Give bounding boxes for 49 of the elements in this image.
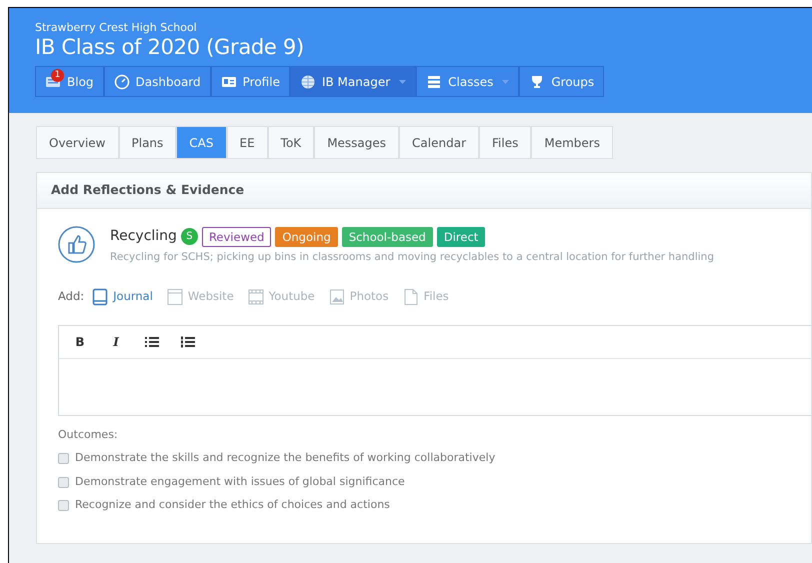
bold-button[interactable]: B	[62, 326, 98, 358]
school-name: Strawberry Crest High School	[35, 21, 198, 34]
nav-item[interactable]: Dashboard	[104, 66, 211, 97]
tab[interactable]: Calendar	[399, 126, 480, 159]
thumbs-up-icon	[58, 226, 95, 263]
nav-item[interactable]: IB Manager	[290, 66, 416, 97]
tab[interactable]: Messages	[314, 126, 400, 159]
film-icon	[248, 288, 264, 306]
numbered-list-icon	[181, 336, 195, 348]
book-icon	[92, 288, 108, 306]
notification-badge: 1	[51, 69, 64, 82]
tab[interactable]: Members	[531, 126, 613, 159]
window-icon	[166, 288, 183, 306]
tab[interactable]: Plans	[118, 126, 176, 159]
nav-item[interactable]: Groups	[519, 66, 604, 97]
status-tag: School-based	[342, 226, 433, 246]
text-editor[interactable]: B I	[58, 324, 812, 416]
status-tag: Ongoing	[275, 226, 338, 246]
stack-icon	[426, 74, 442, 90]
nav-item[interactable]: Classes	[416, 66, 520, 97]
tab[interactable]: ToK	[268, 126, 314, 159]
outcomes-label: Outcomes:	[58, 426, 119, 443]
bullet-list-icon	[145, 336, 159, 348]
tab[interactable]: EE	[226, 126, 268, 159]
add-label: Add:	[58, 288, 84, 306]
globe-icon	[300, 74, 316, 90]
supervisor-avatar: S	[180, 228, 198, 245]
outcome-label: Demonstrate engagement with issues of global significance	[75, 474, 405, 490]
status-tag: Reviewed	[202, 226, 272, 246]
nav-item[interactable]: Profile	[210, 66, 290, 97]
checkbox[interactable]	[58, 453, 69, 464]
tab[interactable]: Files	[479, 126, 532, 159]
tab[interactable]: Overview	[36, 126, 118, 159]
outcome-label: Recognize and consider the ethics of choices and actions	[75, 497, 390, 514]
gauge-icon	[114, 74, 130, 90]
card-title: Add Reflections & Evidence	[51, 181, 244, 200]
image-icon	[328, 288, 345, 306]
activity-description: Recycling for SCHS; picking up bins in classrooms and moving recyclables to a central location for further handling	[110, 250, 714, 265]
add-evidence-link[interactable]: Journal	[92, 288, 153, 306]
class-title: IB Class of 2020 (Grade 9)	[35, 34, 305, 60]
activity-name: Recycling	[110, 227, 177, 246]
italic-button[interactable]: I	[98, 326, 134, 358]
checkbox[interactable]	[58, 500, 69, 511]
tab[interactable]: CAS	[176, 126, 226, 159]
file-icon	[402, 288, 419, 306]
status-tag: Direct	[436, 226, 486, 246]
nav-item[interactable]: 1 Blog	[35, 66, 104, 97]
outcome-label: Demonstrate the skills and recognize the benefits of working collaboratively	[75, 450, 496, 466]
checkbox[interactable]	[58, 476, 69, 488]
